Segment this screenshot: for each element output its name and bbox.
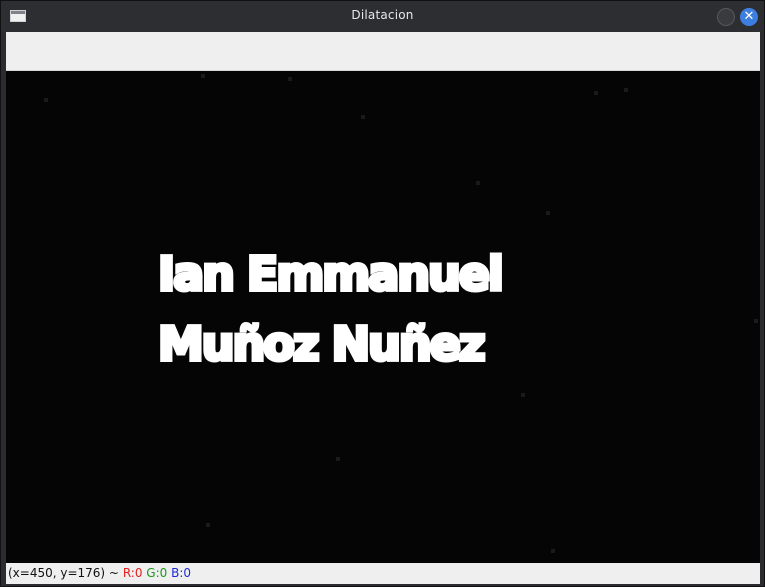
window-title: Dilatacion bbox=[351, 8, 414, 22]
noise-pixel bbox=[288, 77, 292, 81]
blue-value: B:0 bbox=[171, 566, 192, 580]
status-bar: (x=450, y=176) ~ R:0 G:0 B:0 bbox=[6, 563, 760, 584]
noise-pixel bbox=[546, 211, 550, 215]
noise-pixel bbox=[361, 115, 365, 119]
close-button[interactable]: ✕ bbox=[740, 8, 758, 26]
name-line-2: Muñoz Nuñez bbox=[156, 317, 488, 371]
close-icon: ✕ bbox=[743, 9, 755, 24]
noise-pixel bbox=[754, 319, 758, 323]
app-window: Dilatacion ✕ Ian Emmanuel Muñoz Nuñez (x… bbox=[0, 0, 765, 587]
noise-pixel bbox=[551, 549, 555, 553]
noise-pixel bbox=[624, 88, 628, 92]
noise-pixel bbox=[336, 457, 340, 461]
green-value: G:0 bbox=[146, 566, 168, 580]
image-canvas[interactable]: Ian Emmanuel Muñoz Nuñez bbox=[6, 71, 760, 563]
title-bar[interactable]: Dilatacion ✕ bbox=[1, 1, 764, 32]
toolbar bbox=[6, 32, 760, 71]
noise-pixel bbox=[201, 74, 205, 78]
noise-pixel bbox=[521, 393, 525, 397]
noise-pixel bbox=[594, 91, 598, 95]
noise-pixel bbox=[44, 98, 48, 102]
cursor-coordinates: (x=450, y=176) ~ bbox=[8, 566, 119, 580]
minimize-button[interactable] bbox=[717, 8, 735, 26]
noise-pixel bbox=[206, 523, 210, 527]
noise-pixel bbox=[476, 181, 480, 185]
name-line-1: Ian Emmanuel bbox=[156, 247, 506, 301]
red-value: R:0 bbox=[122, 566, 143, 580]
